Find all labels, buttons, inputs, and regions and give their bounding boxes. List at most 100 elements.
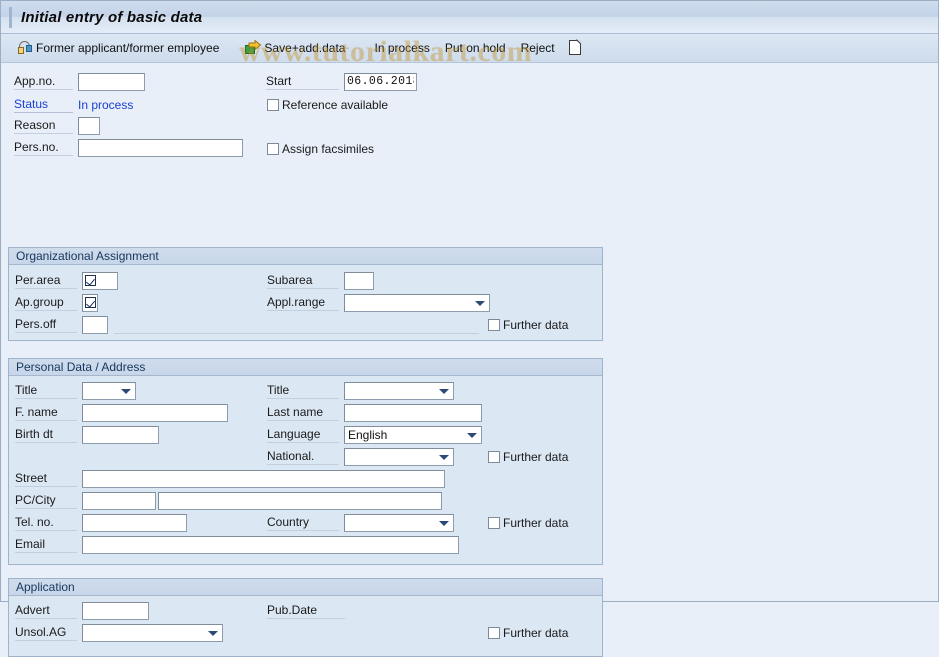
field-nationality: National. — [267, 447, 454, 466]
field-telephone: Tel. no. — [15, 513, 187, 532]
application-window: Initial entry of basic data Former appli… — [0, 0, 939, 657]
app-no-label: App.no. — [14, 73, 73, 90]
field-country: Country — [267, 513, 454, 532]
field-personal-further-data-bottom: Further data — [488, 513, 568, 532]
field-per-area: Per.area — [15, 271, 118, 290]
pers-off-input[interactable] — [82, 315, 108, 334]
save-add-data-icon — [245, 40, 262, 55]
telephone-input[interactable] — [82, 513, 187, 532]
title-left-label: Title — [15, 382, 77, 399]
app-no-input[interactable] — [78, 72, 145, 91]
field-unsol-ag: Unsol.AG — [15, 623, 223, 642]
reason-input[interactable] — [78, 116, 100, 135]
start-date-input[interactable] — [344, 72, 417, 91]
field-street: Street — [15, 469, 445, 488]
country-dropdown[interactable] — [344, 513, 454, 532]
field-pers-off: Pers.off — [15, 315, 108, 334]
unsol-ag-label: Unsol.AG — [15, 624, 77, 641]
checked-box-icon — [85, 275, 96, 286]
field-pc-city: PC/City — [15, 491, 442, 510]
language-dropdown[interactable]: English — [344, 425, 482, 444]
street-input[interactable] — [82, 469, 445, 488]
org-further-data-checkbox[interactable]: Further data — [488, 318, 568, 332]
chevron-down-icon — [475, 300, 485, 306]
field-title-left: Title — [15, 381, 136, 400]
assign-facsimiles-checkbox[interactable]: Assign facsimiles — [267, 142, 374, 156]
toolbar-button-former-applicant[interactable]: Former applicant/former employee — [14, 37, 223, 59]
ap-group-input[interactable] — [82, 293, 98, 312]
advert-label: Advert — [15, 602, 77, 619]
panel-personal-data-title: Personal Data / Address — [9, 359, 602, 376]
field-pub-date: Pub.Date — [267, 601, 350, 620]
toolbar-button-put-on-hold-label: Put on hold — [444, 41, 506, 55]
assign-facsimiles-checkbox-box[interactable] — [267, 142, 279, 155]
city-input[interactable] — [158, 491, 442, 510]
toolbar-button-save-add-data-label: Save+add.data — [264, 41, 346, 55]
pers-off-divider — [114, 333, 479, 334]
chevron-down-icon — [121, 388, 131, 394]
field-app-no: App.no. — [14, 72, 145, 91]
first-name-input[interactable] — [82, 403, 228, 422]
nationality-dropdown[interactable] — [344, 447, 454, 466]
field-assign-facsimiles: Assign facsimiles — [267, 139, 374, 158]
panel-personal-data: Personal Data / Address Title F. name Bi… — [8, 358, 603, 565]
reference-available-checkbox-box[interactable] — [267, 98, 279, 111]
assign-facsimiles-label: Assign facsimiles — [282, 141, 375, 156]
title-left-dropdown[interactable] — [82, 381, 136, 400]
personal-further-data-bottom-checkbox-box[interactable] — [488, 516, 500, 529]
field-personal-further-data-top: Further data — [488, 447, 568, 466]
appl-range-dropdown[interactable] — [344, 293, 490, 312]
panel-personal-data-body: Title F. name Birth dt Title Last name L… — [9, 376, 602, 564]
status-label[interactable]: Status — [14, 96, 73, 113]
title-right-label: Title — [267, 382, 339, 399]
application-further-data-checkbox[interactable]: Further data — [488, 626, 568, 640]
per-area-input[interactable] — [82, 271, 118, 290]
first-name-label: F. name — [15, 404, 77, 421]
field-reference-available: Reference available — [267, 95, 388, 114]
toolbar-button-put-on-hold[interactable]: Put on hold — [438, 37, 510, 59]
street-label: Street — [15, 470, 77, 487]
birth-date-input[interactable] — [82, 425, 159, 444]
advert-input[interactable] — [82, 601, 149, 620]
pers-no-input[interactable] — [78, 138, 243, 157]
subarea-input[interactable] — [344, 271, 374, 290]
title-right-dropdown[interactable] — [344, 381, 454, 400]
chevron-down-icon — [208, 630, 218, 636]
chevron-down-icon — [439, 388, 449, 394]
application-further-data-checkbox-box[interactable] — [488, 626, 500, 639]
email-input[interactable] — [82, 535, 459, 554]
toolbar-button-save-add-data[interactable]: Save+add.data — [241, 37, 349, 59]
panel-application: Application Advert Pub.Date Unsol.AG Fur… — [8, 578, 603, 657]
panel-organizational-assignment-body: Per.area Ap.group Pers.off Subarea Appl.… — [9, 265, 602, 340]
toolbar-button-former-applicant-label: Former applicant/former employee — [36, 41, 220, 55]
toolbar-button-blank-document[interactable] — [563, 35, 586, 59]
personal-further-data-bottom-label: Further data — [503, 515, 569, 530]
reference-available-checkbox[interactable]: Reference available — [267, 98, 388, 112]
toolbar-button-reject[interactable]: Reject — [514, 37, 559, 59]
toolbar-button-in-process[interactable]: In process — [367, 37, 433, 59]
personal-further-data-top-checkbox-box[interactable] — [488, 450, 500, 463]
country-label: Country — [267, 514, 339, 531]
field-application-further-data: Further data — [488, 623, 568, 642]
toolbar-button-reject-label: Reject — [520, 41, 555, 55]
start-date-label: Start — [266, 73, 339, 90]
org-further-data-checkbox-box[interactable] — [488, 318, 500, 331]
title-bar: Initial entry of basic data — [1, 1, 938, 34]
language-value: English — [348, 427, 388, 442]
postal-code-input[interactable] — [82, 491, 156, 510]
personal-further-data-top-checkbox[interactable]: Further data — [488, 450, 568, 464]
personal-further-data-bottom-checkbox[interactable]: Further data — [488, 516, 568, 530]
pub-date-label: Pub.Date — [267, 602, 345, 619]
ap-group-label: Ap.group — [15, 294, 77, 311]
reason-label: Reason — [14, 117, 73, 134]
birth-date-label: Birth dt — [15, 426, 77, 443]
nationality-label: National. — [267, 448, 339, 465]
status-value: In process — [78, 97, 134, 112]
field-reason: Reason — [14, 116, 100, 135]
toolbar: Former applicant/former employee Save+ad… — [1, 34, 938, 63]
last-name-input[interactable] — [344, 403, 482, 422]
checked-box-icon — [84, 297, 96, 308]
chevron-down-icon — [439, 454, 449, 460]
unsol-ag-dropdown[interactable] — [82, 623, 223, 642]
pc-city-label: PC/City — [15, 492, 77, 509]
